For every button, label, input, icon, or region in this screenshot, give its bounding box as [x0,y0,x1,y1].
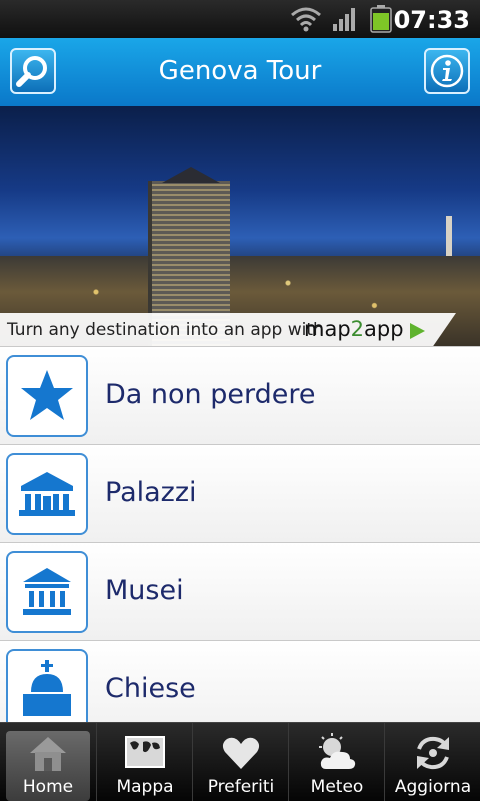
list-item-label: Da non perdere [105,379,316,410]
ad-text: Turn any destination into an app with [7,320,324,340]
tab-mappa[interactable]: Mappa [96,723,193,801]
museum-icon [23,568,71,615]
category-list: Da non perdere Palazzi Musei Chiese [0,346,480,738]
tab-preferiti[interactable]: Preferiti [192,723,289,801]
app-header: Genova Tour [0,38,480,106]
ad-brand: map2app [304,317,404,341]
tab-home[interactable]: Home [0,723,96,801]
palace-icon [19,472,75,516]
clock: 07:33 [393,6,470,34]
tab-label: Home [22,777,74,797]
play-arrow-icon [410,323,425,339]
star-icon [21,370,73,420]
page-title: Genova Tour [158,56,322,86]
tab-meteo[interactable]: Meteo [288,723,385,801]
list-item-da-non-perdere[interactable]: Da non perdere [0,346,480,444]
tab-label: Mappa [116,777,174,797]
list-item-label: Chiese [105,673,196,704]
tab-label: Aggiorna [394,777,472,797]
list-item-label: Palazzi [105,477,197,508]
tab-label: Preferiti [207,777,275,797]
banner-photo[interactable]: Turn any destination into an app with ma… [0,106,480,346]
status-bar: 07:33 [0,0,480,38]
church-icon [23,660,71,716]
list-item-label: Musei [105,575,184,606]
icon-frame [6,453,88,535]
map2app-ad[interactable]: Turn any destination into an app with ma… [0,313,456,346]
lighthouse [446,216,452,256]
tab-label: Meteo [310,777,364,797]
wifi-icon [290,6,322,36]
refresh-icon [417,736,449,770]
home-icon [30,737,66,771]
signal-icon [332,6,358,36]
icon-frame [6,649,88,731]
info-button[interactable] [424,48,470,94]
heart-icon [222,737,260,769]
map-icon [125,736,165,768]
list-item-palazzi[interactable]: Palazzi [0,444,480,542]
bottom-tab-bar: Home Mappa Preferiti Meteo Aggiorna [0,722,480,801]
info-icon [430,54,464,88]
icon-frame [6,551,88,633]
tab-aggiorna[interactable]: Aggiorna [384,723,480,801]
icon-frame [6,355,88,437]
weather-icon [319,733,356,769]
battery-icon [370,5,392,37]
list-item-musei[interactable]: Musei [0,542,480,640]
